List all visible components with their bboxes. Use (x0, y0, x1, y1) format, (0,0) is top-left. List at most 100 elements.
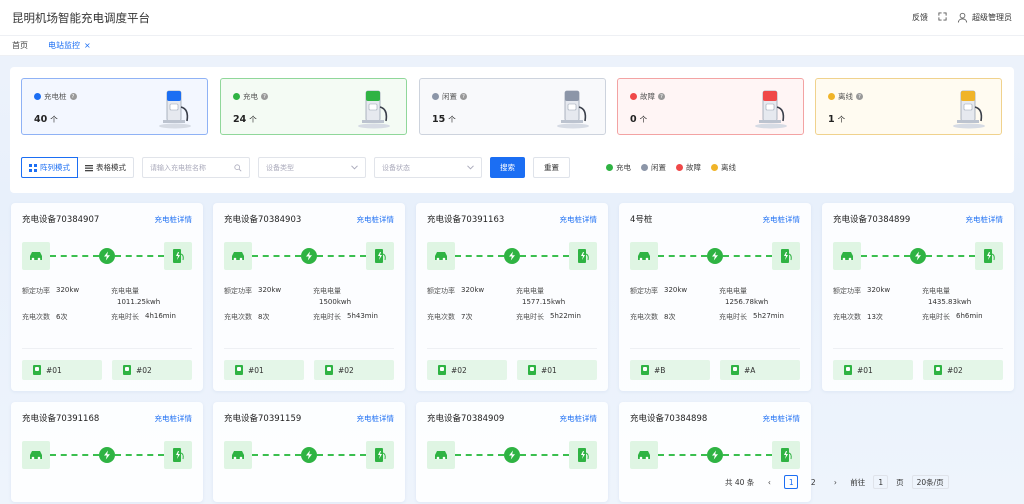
app-title: 昆明机场智能充电调度平台 (12, 10, 150, 25)
summary-panel: 充电桩 ? 40 个 充电 ? 24 个 闲置 ? 15 个 故障 ? 0 个 … (10, 67, 1014, 193)
gun-icon (438, 365, 446, 375)
gun-item[interactable]: #02 (923, 360, 1003, 380)
gun-icon (641, 365, 649, 375)
search-icon (234, 163, 242, 171)
device-title: 充电设备70391159 (224, 414, 302, 424)
gun-item[interactable]: #01 (22, 360, 102, 380)
charger-icon (157, 87, 193, 129)
help-icon[interactable]: ? (658, 93, 665, 100)
gun-item[interactable]: #02 (314, 360, 394, 380)
energy-label: 充电电量 (516, 287, 544, 295)
charging-flow (22, 242, 192, 270)
rated-power-label: 额定功率 (833, 287, 861, 295)
user-menu[interactable]: 超级管理员 (957, 12, 1012, 23)
gun-item[interactable]: #02 (427, 360, 507, 380)
next-page-button[interactable]: › (828, 475, 842, 489)
energy-label: 充电电量 (313, 287, 341, 295)
device-card[interactable]: 充电设备70384903 充电桩详情 额定功率 320kw 充电电量 1500kwh… (213, 203, 405, 391)
page-2-button[interactable]: 2 (806, 475, 820, 489)
close-icon[interactable]: × (84, 41, 91, 50)
gun-item[interactable]: #A (720, 360, 800, 380)
search-input[interactable]: 请输入充电桩名称 (142, 157, 250, 178)
device-detail-link[interactable]: 充电桩详情 (357, 413, 395, 424)
car-icon (22, 242, 50, 270)
flow-line (455, 255, 504, 257)
device-card[interactable]: 4号桩 充电桩详情 额定功率 320kw 充电电量 1256.78kwh 充电次数 8… (619, 203, 811, 391)
gun-label: #02 (451, 365, 467, 375)
table-mode-button[interactable]: 表格模式 (78, 157, 134, 178)
device-detail-link[interactable]: 充电桩详情 (357, 214, 395, 225)
charger-icon (164, 242, 192, 270)
gun-item[interactable]: #B (630, 360, 710, 380)
device-detail-link[interactable]: 充电桩详情 (155, 413, 193, 424)
status-icon (34, 93, 41, 100)
device-detail-link[interactable]: 充电桩详情 (560, 214, 598, 225)
bolt-icon (504, 447, 520, 463)
page-size-select[interactable]: 20条/页 (911, 475, 949, 489)
grid-mode-button[interactable]: 阵列模式 (21, 157, 78, 178)
list-icon (85, 164, 93, 171)
flow-line (520, 454, 569, 456)
tab-home[interactable]: 首页 (12, 40, 28, 51)
rated-power-value: 320kw (461, 286, 485, 294)
help-icon[interactable]: ? (460, 93, 467, 100)
legend-item: 故障 (676, 162, 701, 173)
prev-page-button[interactable]: ‹ (762, 475, 776, 489)
device-type-select[interactable]: 设备类型 (258, 157, 366, 178)
flow-line (252, 454, 301, 456)
device-card[interactable]: 充电设备70391159 充电桩详情 (213, 402, 405, 502)
status-icon (233, 93, 240, 100)
device-metrics: 额定功率 320kw 充电电量 1011.25kwh 充电次数 6次 充电时长 4h16… (22, 286, 192, 322)
stat-card[interactable]: 离线 ? 1个 (815, 78, 1002, 135)
stat-card[interactable]: 闲置 ? 15 个 (419, 78, 606, 135)
stat-label: 闲置 (442, 92, 457, 101)
device-card[interactable]: 充电设备70391163 充电桩详情 额定功率 320kw 充电电量 1577.15… (416, 203, 608, 391)
gun-item[interactable]: #01 (224, 360, 304, 380)
device-detail-link[interactable]: 充电桩详情 (763, 413, 801, 424)
bolt-icon (910, 248, 926, 264)
chevron-down-icon (351, 165, 358, 170)
charger-icon (555, 87, 591, 129)
device-card[interactable]: 充电设备70384907 充电桩详情 额定功率 320kw 充电电量 1011.25… (11, 203, 203, 391)
filter-toolbar: 阵列模式 表格模式 请输入充电桩名称 设备类型 设备状态 搜索 重置 充电 闲置 故… (21, 157, 736, 178)
help-icon[interactable]: ? (261, 93, 268, 100)
gun-list: #01 #02 (22, 348, 192, 380)
rated-power-label: 额定功率 (630, 287, 658, 295)
device-card[interactable]: 充电设备70391168 充电桩详情 (11, 402, 203, 502)
device-card[interactable]: 充电设备70384899 充电桩详情 额定功率 320kw 充电电量 1435.83… (822, 203, 1014, 391)
goto-page-input[interactable]: 1 (873, 475, 889, 489)
device-status-select[interactable]: 设备状态 (374, 157, 482, 178)
gun-item[interactable]: #02 (112, 360, 192, 380)
charge-count-value: 6次 (56, 313, 68, 321)
legend-label: 离线 (721, 163, 736, 172)
rated-power-value: 320kw (664, 286, 688, 294)
fullscreen-icon[interactable] (938, 12, 947, 23)
feedback-link[interactable]: 反馈 (912, 12, 928, 23)
gun-icon (934, 365, 942, 375)
search-button[interactable]: 搜索 (490, 157, 525, 178)
device-card[interactable]: 充电设备70384909 充电桩详情 (416, 402, 608, 502)
stat-card[interactable]: 充电 ? 24 个 (220, 78, 407, 135)
stat-card[interactable]: 故障 ? 0个 (617, 78, 804, 135)
rated-power-value: 320kw (56, 286, 80, 294)
help-icon[interactable]: ? (856, 93, 863, 100)
gun-item[interactable]: #01 (833, 360, 913, 380)
device-detail-link[interactable]: 充电桩详情 (155, 214, 193, 225)
reset-button[interactable]: 重置 (533, 157, 570, 178)
stat-card[interactable]: 充电桩 ? 40 个 (21, 78, 208, 135)
gun-icon (123, 365, 131, 375)
tab-station-monitor[interactable]: 电站监控 × (48, 40, 91, 51)
tab-station-monitor-label: 电站监控 (48, 41, 80, 50)
device-detail-link[interactable]: 充电桩详情 (560, 413, 598, 424)
device-detail-link[interactable]: 充电桩详情 (966, 214, 1004, 225)
device-metrics: 额定功率 320kw 充电电量 1435.83kwh 充电次数 13次 充电时长 6h6… (833, 286, 1003, 322)
page-1-button[interactable]: 1 (784, 475, 799, 489)
gun-item[interactable]: #01 (517, 360, 597, 380)
stat-count: 24 (233, 114, 247, 125)
gun-label: #02 (136, 365, 152, 375)
charging-flow (224, 242, 394, 270)
help-icon[interactable]: ? (69, 93, 77, 100)
device-detail-link[interactable]: 充电桩详情 (763, 214, 801, 225)
charge-count-value: 13次 (867, 313, 883, 321)
stat-label: 故障 (640, 92, 655, 101)
